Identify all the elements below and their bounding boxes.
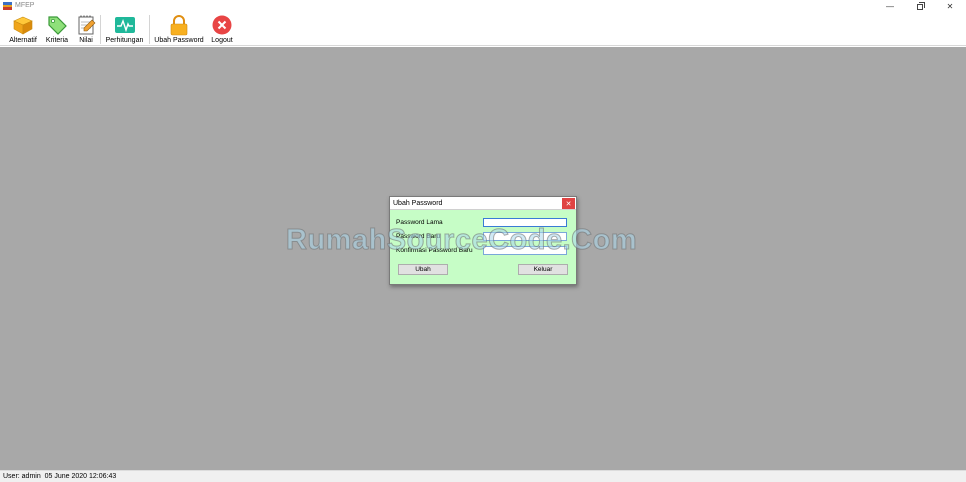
toolbar-alternatif-button[interactable]: Alternatif <box>5 13 41 46</box>
toolbar-label: Perhitungan <box>105 37 144 44</box>
restore-icon <box>917 1 925 10</box>
watermark-text: RumahSourceCode.Com <box>285 224 638 257</box>
ubah-button[interactable]: Ubah <box>398 264 448 275</box>
status-text: User: admin 05 June 2020 12:06:43 <box>3 473 117 480</box>
status-bar: User: admin 05 June 2020 12:06:43 <box>0 470 966 482</box>
toolbar-label: Alternatif <box>9 37 37 44</box>
pulse-icon <box>114 14 136 36</box>
toolbar: Alternatif Kriteria Nilai Perhitungan Ub… <box>0 13 966 46</box>
toolbar-label: Logout <box>211 37 233 44</box>
keluar-button[interactable]: Keluar <box>518 264 568 275</box>
tag-icon <box>46 14 68 36</box>
toolbar-kriteria-button[interactable]: Kriteria <box>43 13 71 46</box>
window-title: MFEP <box>15 2 35 9</box>
toolbar-label: Nilai <box>79 37 93 44</box>
title-bar: MFEP — ✕ <box>0 0 966 13</box>
app-icon <box>3 2 12 10</box>
maximize-button[interactable] <box>905 0 935 13</box>
minimize-button[interactable]: — <box>875 0 905 13</box>
dialog-close-button[interactable]: ✕ <box>562 198 575 209</box>
toolbar-logout-button[interactable]: Logout <box>208 13 236 46</box>
close-button[interactable]: ✕ <box>935 0 965 13</box>
dialog-title: Ubah Password <box>393 200 443 207</box>
toolbar-separator <box>149 15 150 44</box>
toolbar-label: Kriteria <box>45 37 69 44</box>
cube-icon <box>12 14 34 36</box>
toolbar-perhitungan-button[interactable]: Perhitungan <box>103 13 146 46</box>
toolbar-ubah-password-button[interactable]: Ubah Password <box>153 13 205 46</box>
toolbar-label: Ubah Password <box>154 37 204 44</box>
toolbar-nilai-button[interactable]: Nilai <box>74 13 98 46</box>
notepad-icon <box>75 14 97 36</box>
dialog-title-bar: Ubah Password ✕ <box>390 197 576 210</box>
lock-icon <box>168 14 190 36</box>
close-circle-icon <box>211 14 233 36</box>
toolbar-separator <box>100 15 101 44</box>
